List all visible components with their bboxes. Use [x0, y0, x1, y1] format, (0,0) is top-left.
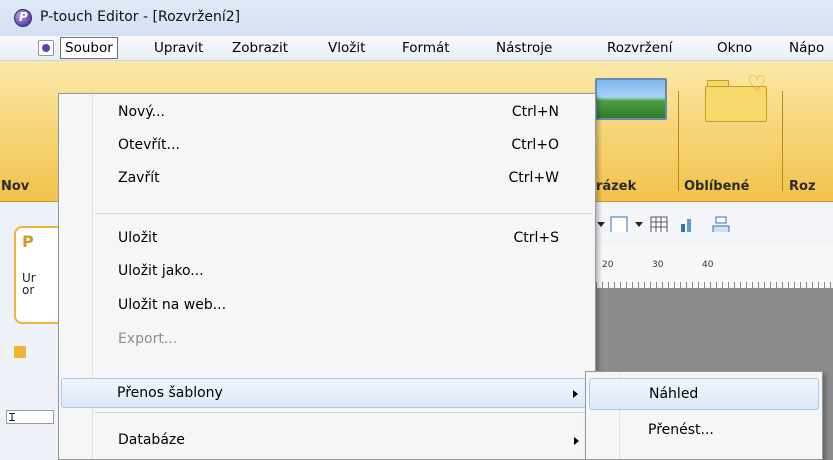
menu-zobrazit[interactable]: Zobrazit: [232, 39, 288, 57]
toolbar: [590, 202, 833, 247]
menu-item-template-transfer[interactable]: Přenos šablony: [61, 378, 593, 408]
document-icon[interactable]: [38, 40, 54, 56]
file-menu: Nový... Ctrl+N Otevřít... Ctrl+O Zavřít …: [58, 93, 596, 460]
menu-napoveda[interactable]: Nápo: [789, 39, 824, 57]
submenu-item-preview[interactable]: Náhled: [589, 378, 819, 410]
menu-bar: Soubor Upravit Zobrazit Vložit Formát Ná…: [0, 36, 833, 61]
menu-separator: [95, 213, 593, 214]
layout-icon[interactable]: [712, 216, 730, 232]
menu-format[interactable]: Formát: [402, 39, 450, 57]
app-logo-icon: [14, 9, 32, 27]
submenu-item-transfer[interactable]: Přenést...: [589, 415, 819, 447]
ruler-mark: 40: [702, 260, 714, 270]
side-panel-header: P: [22, 232, 34, 251]
ribbon-label-favorites[interactable]: Oblíbené: [684, 179, 749, 194]
ruler-mark: 20: [602, 260, 614, 270]
menu-item-save-as[interactable]: Uložit jako...: [61, 257, 593, 287]
submenu-arrow-icon: [574, 437, 579, 445]
menu-item-open[interactable]: Otevřít... Ctrl+O: [61, 131, 593, 161]
menu-vlozit[interactable]: Vložit: [328, 39, 365, 57]
favorites-folder-icon[interactable]: ♡: [705, 74, 767, 122]
menu-nastroje[interactable]: Nástroje: [496, 39, 552, 57]
menu-item-save[interactable]: Uložit Ctrl+S: [61, 224, 593, 254]
status-square-icon: [14, 346, 26, 358]
window-title: P-touch Editor - [Rozvržení2]: [40, 9, 241, 25]
menu-item-new[interactable]: Nový... Ctrl+N: [61, 98, 593, 128]
template-transfer-submenu: Náhled Přenést...: [585, 371, 823, 460]
ribbon-label-layout[interactable]: Roz: [789, 179, 816, 194]
dropdown-arrow-icon[interactable]: [634, 216, 644, 232]
menu-separator: [95, 412, 593, 413]
ribbon-separator: [782, 91, 783, 191]
title-bar: P-touch Editor - [Rozvržení2]: [0, 0, 833, 36]
ribbon-separator: [678, 91, 679, 191]
dropdown-arrow-icon[interactable]: [596, 216, 606, 232]
ribbon-label-image[interactable]: rázek: [596, 179, 636, 194]
side-panel-text: Ur or: [22, 271, 36, 297]
ribbon-label-new[interactable]: Nov: [1, 179, 29, 194]
picture-icon[interactable]: [595, 78, 667, 120]
menu-soubor[interactable]: Soubor: [60, 37, 118, 59]
shape-rectangle-icon[interactable]: [610, 216, 628, 232]
table-icon[interactable]: [650, 216, 668, 232]
menu-upravit[interactable]: Upravit: [154, 39, 203, 57]
menu-item-close[interactable]: Zavřít Ctrl+W: [61, 164, 593, 194]
ruler-mark: 30: [652, 260, 664, 270]
menu-okno[interactable]: Okno: [717, 39, 752, 57]
menu-item-export: Export...: [118, 331, 178, 347]
menu-item-save-to-web[interactable]: Uložit na web...: [61, 291, 593, 321]
side-panel: P Ur or: [14, 226, 58, 324]
text-cursor-icon[interactable]: Ɪ: [6, 410, 54, 424]
menu-rozvrzeni[interactable]: Rozvržení: [607, 39, 672, 57]
menu-item-database[interactable]: Databáze: [61, 426, 593, 456]
submenu-arrow-icon: [573, 390, 578, 398]
chart-icon[interactable]: [678, 216, 696, 232]
ruler: 20 30 40: [590, 246, 833, 289]
